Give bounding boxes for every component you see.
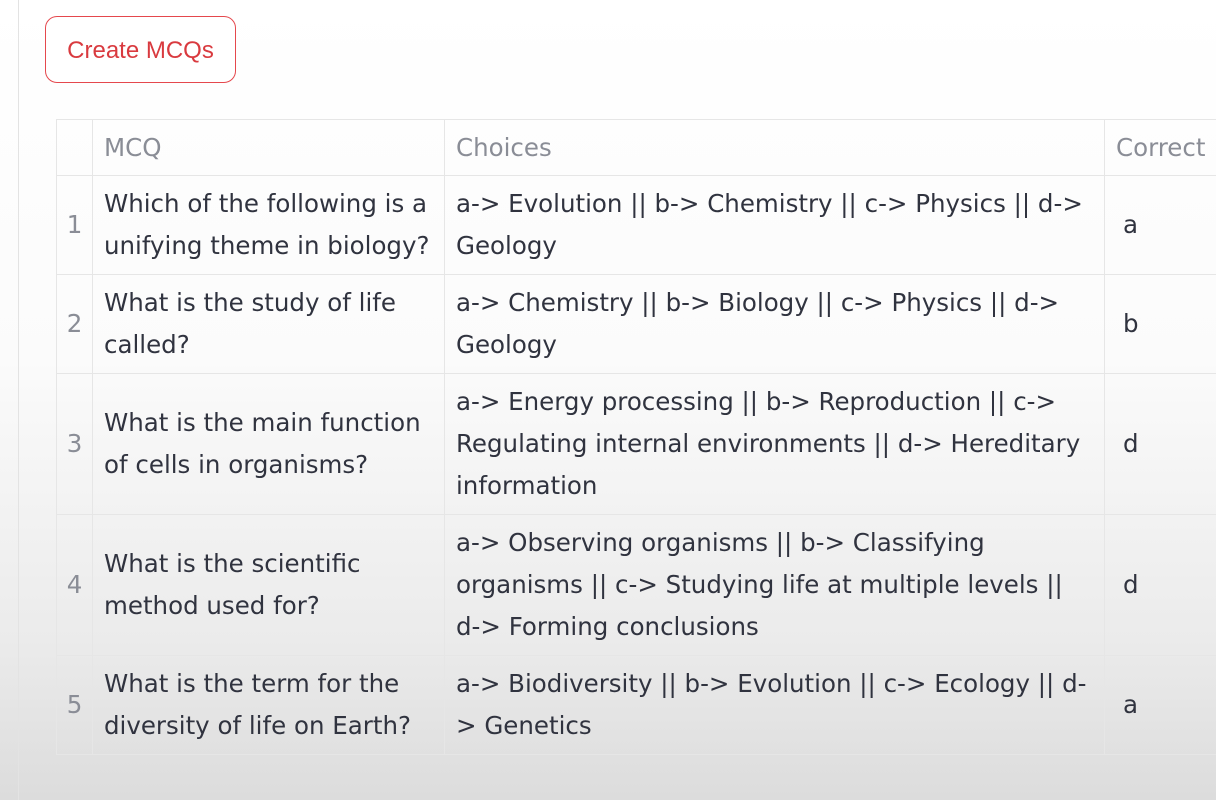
mcq-cell[interactable]: What is the scientific method used for?: [92, 514, 445, 656]
table-header-row: MCQ Choices Correct: [56, 119, 1216, 176]
correct-cell[interactable]: d: [1104, 373, 1216, 515]
mcq-cell[interactable]: What is the main function of cells in or…: [92, 373, 445, 515]
choices-cell[interactable]: a-> Evolution || b-> Chemistry || c-> Ph…: [444, 175, 1105, 275]
correct-cell[interactable]: b: [1104, 274, 1216, 374]
mcq-column-header[interactable]: MCQ: [92, 119, 445, 176]
row-index: 5: [56, 655, 93, 755]
index-column-header[interactable]: [56, 119, 93, 176]
table-row: 5 What is the term for the diversity of …: [56, 655, 1216, 755]
left-divider: [18, 0, 19, 800]
choices-cell[interactable]: a-> Chemistry || b-> Biology || c-> Phys…: [444, 274, 1105, 374]
choices-cell[interactable]: a-> Biodiversity || b-> Evolution || c->…: [444, 655, 1105, 755]
correct-cell[interactable]: a: [1104, 655, 1216, 755]
choices-cell[interactable]: a-> Energy processing || b-> Reproductio…: [444, 373, 1105, 515]
table-row: 2 What is the study of life called? a-> …: [56, 274, 1216, 374]
mcq-table-container[interactable]: MCQ Choices Correct 1 Which of the follo…: [56, 119, 1216, 756]
table-row: 3 What is the main function of cells in …: [56, 373, 1216, 515]
row-index: 1: [56, 175, 93, 275]
row-index: 3: [56, 373, 93, 515]
table-row: 1 Which of the following is a unifying t…: [56, 175, 1216, 275]
row-index: 2: [56, 274, 93, 374]
correct-cell[interactable]: a: [1104, 175, 1216, 275]
mcq-table: MCQ Choices Correct 1 Which of the follo…: [56, 119, 1216, 755]
choices-column-header[interactable]: Choices: [444, 119, 1105, 176]
mcq-cell[interactable]: What is the study of life called?: [92, 274, 445, 374]
create-mcqs-button[interactable]: Create MCQs: [45, 16, 236, 83]
correct-column-header[interactable]: Correct: [1104, 119, 1216, 176]
mcq-cell[interactable]: What is the term for the diversity of li…: [92, 655, 445, 755]
row-index: 4: [56, 514, 93, 656]
table-row: 4 What is the scientific method used for…: [56, 514, 1216, 656]
mcq-cell[interactable]: Which of the following is a unifying the…: [92, 175, 445, 275]
choices-cell[interactable]: a-> Observing organisms || b-> Classifyi…: [444, 514, 1105, 656]
correct-cell[interactable]: d: [1104, 514, 1216, 656]
